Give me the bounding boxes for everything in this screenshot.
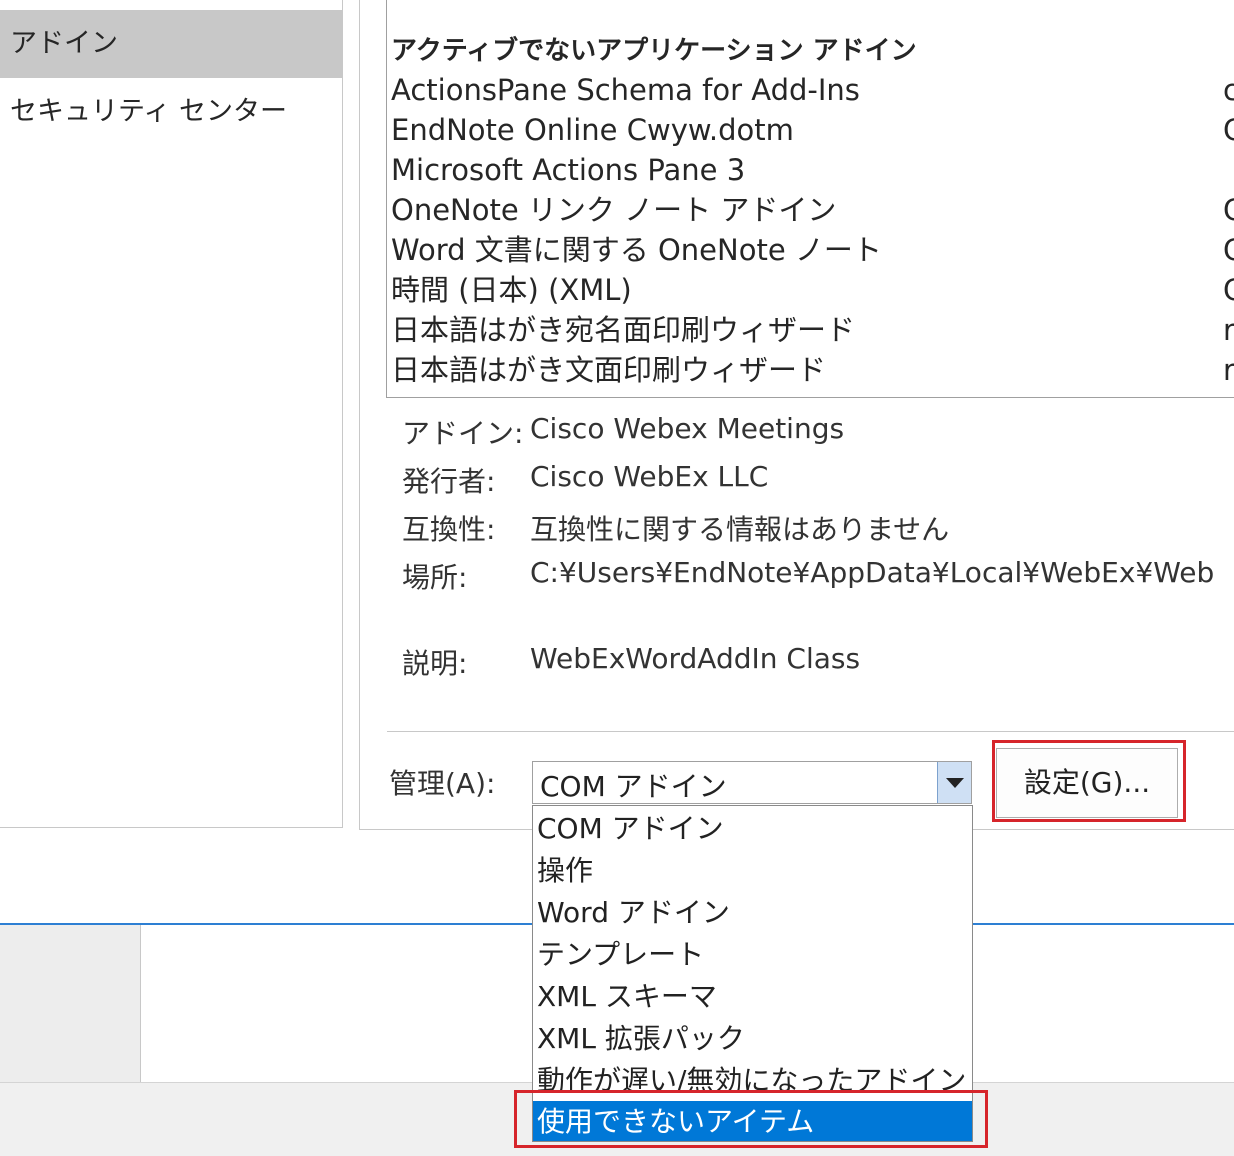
dropdown-option-word-addins[interactable]: Word アドイン xyxy=(533,892,972,934)
detail-compat-value: 互換性に関する情報はありません xyxy=(530,513,950,546)
manage-select-value: COM アドイン xyxy=(540,770,727,803)
bottom-left-panel xyxy=(0,925,141,1082)
addin-row[interactable]: 日本語はがき宛名面印刷ウィザード r xyxy=(387,310,1234,350)
detail-publisher-value: Cisco WebEx LLC xyxy=(530,460,769,493)
addin-location: r xyxy=(1223,353,1234,387)
addin-location: C xyxy=(1223,230,1234,270)
manage-label: 管理(A): xyxy=(389,767,496,800)
addin-name: Word 文書に関する OneNote ノート xyxy=(391,233,882,267)
sidebar-item-label: アドイン xyxy=(10,28,118,59)
addin-name: EndNote Online Cwyw.dotm xyxy=(391,113,794,147)
chevron-down-icon[interactable] xyxy=(937,762,971,803)
highlight-box-go-button xyxy=(992,740,1186,822)
addin-name: 日本語はがき宛名面印刷ウィザード xyxy=(391,313,856,347)
detail-addin-label: アドイン: xyxy=(402,417,524,450)
dropdown-option-com-addins[interactable]: COM アドイン xyxy=(533,808,972,850)
dropdown-option-xml-schemas[interactable]: XML スキーマ xyxy=(533,976,972,1018)
dropdown-option-xml-expansion-packs[interactable]: XML 拡張パック xyxy=(533,1018,972,1060)
addin-row[interactable]: 時間 (日本) (XML) C xyxy=(387,270,1234,310)
highlight-box-disabled-items xyxy=(514,1090,988,1148)
addin-location: C xyxy=(1223,190,1234,230)
detail-description-label: 説明: xyxy=(402,647,468,680)
detail-location-label: 場所: xyxy=(402,561,468,594)
addin-location: C xyxy=(1223,270,1234,310)
addin-name: ActionsPane Schema for Add-Ins xyxy=(391,73,860,107)
addin-row[interactable]: Microsoft Actions Pane 3 xyxy=(387,150,1234,190)
detail-description-value: WebExWordAddIn Class xyxy=(530,642,861,675)
addin-name: 時間 (日本) (XML) xyxy=(391,273,632,307)
detail-location-value: C:¥Users¥EndNote¥AppData¥Local¥WebEx¥Web xyxy=(530,556,1215,589)
dropdown-option-actions[interactable]: 操作 xyxy=(533,850,972,892)
group-heading-inactive: アクティブでないアプリケーション アドイン xyxy=(391,36,917,66)
addin-list[interactable]: アクティブでないアプリケーション アドイン ActionsPane Schema… xyxy=(386,0,1234,398)
sidebar-item-trust-center[interactable]: セキュリティ センター xyxy=(0,78,342,146)
addin-name: 日本語はがき文面印刷ウィザード xyxy=(391,353,827,387)
detail-addin-value: Cisco Webex Meetings xyxy=(530,412,845,445)
addin-name: OneNote リンク ノート アドイン xyxy=(391,193,837,227)
manage-select[interactable]: COM アドイン xyxy=(532,761,972,804)
addin-name: Microsoft Actions Pane 3 xyxy=(391,153,746,187)
detail-publisher-label: 発行者: xyxy=(402,465,496,498)
detail-compat-label: 互換性: xyxy=(402,513,496,546)
separator xyxy=(387,731,1234,732)
addin-location: c xyxy=(1223,70,1234,110)
addin-row[interactable]: 日本語はがき文面印刷ウィザード r xyxy=(387,350,1234,390)
dropdown-option-templates[interactable]: テンプレート xyxy=(533,934,972,976)
addin-row[interactable]: OneNote リンク ノート アドイン C xyxy=(387,190,1234,230)
addin-location: r xyxy=(1223,313,1234,347)
addin-row[interactable]: EndNote Online Cwyw.dotm C xyxy=(387,110,1234,150)
addin-location: C xyxy=(1223,110,1234,150)
addin-row[interactable]: Word 文書に関する OneNote ノート C xyxy=(387,230,1234,270)
addin-row[interactable]: ActionsPane Schema for Add-Ins c xyxy=(387,70,1234,110)
sidebar-item-label: セキュリティ センター xyxy=(10,96,287,127)
sidebar-item-addins[interactable]: アドイン xyxy=(0,10,342,78)
options-sidebar: アドイン セキュリティ センター xyxy=(0,0,343,828)
